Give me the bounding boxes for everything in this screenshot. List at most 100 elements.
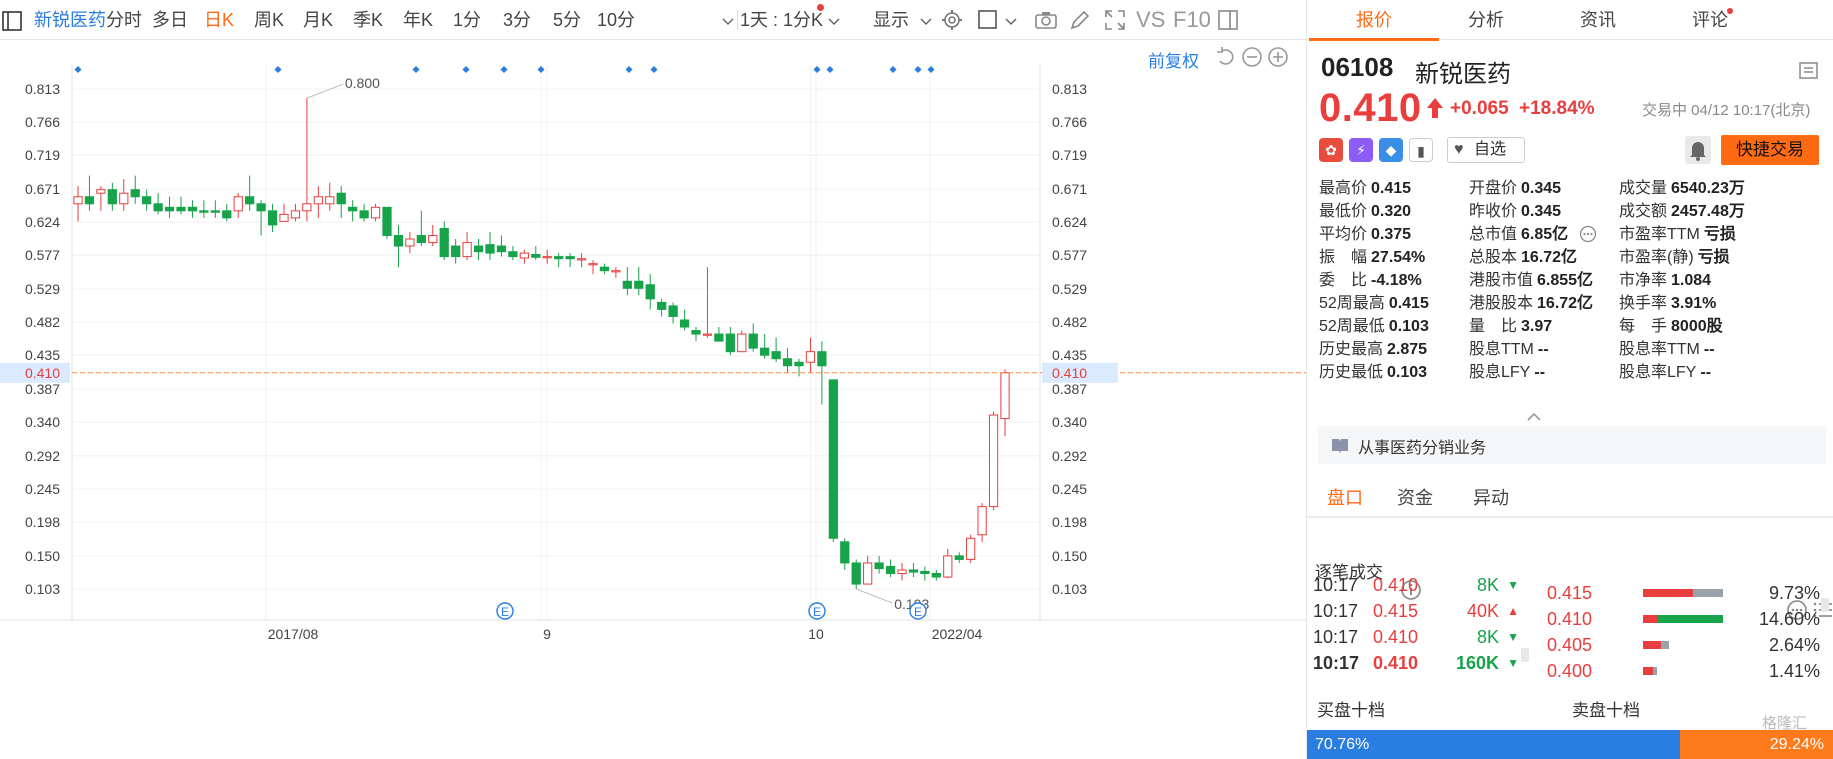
undo-icon[interactable]: [1214, 45, 1234, 65]
event-diamond-icon: [412, 65, 420, 74]
period-tab[interactable]: 3分: [503, 0, 531, 40]
candle-body: [897, 569, 907, 575]
bell-icon[interactable]: [1685, 136, 1711, 164]
tick-list[interactable]: 10:17 0.410 8K ▼ 10:17 0.415 40K ▲ 10:17 0.410 8K ▼…: [1307, 578, 1833, 698]
bottom-tab[interactable]: 资金: [1397, 480, 1433, 516]
orderbook-bar: [1643, 589, 1693, 597]
stat-item: 市净率 1.084: [1619, 270, 1711, 292]
period-tab[interactable]: 1分: [453, 0, 481, 40]
bottom-tab[interactable]: 盘口: [1327, 480, 1363, 516]
panel-tab[interactable]: 报价: [1309, 0, 1439, 41]
panel-tab[interactable]: 资讯: [1533, 0, 1663, 40]
period-tab[interactable]: 月K: [303, 0, 333, 40]
candle-body: [233, 196, 243, 212]
period-tab[interactable]: 周K: [254, 0, 284, 40]
adjust-mode-button[interactable]: 前复权: [1148, 47, 1199, 72]
panel-tab[interactable]: 分析: [1421, 0, 1551, 40]
f10-button[interactable]: F10: [1173, 0, 1211, 40]
down-arrow-icon: ▼: [1507, 630, 1519, 644]
candle-body: [908, 569, 919, 573]
stat-value: 0.345: [1521, 180, 1562, 197]
stat-item: 总市值 6.85亿: [1469, 224, 1568, 246]
event-diamond-icon: [274, 65, 282, 74]
orderbook-price: 0.400: [1547, 661, 1593, 681]
info-panel-icon[interactable]: [1798, 60, 1820, 87]
scrollbar[interactable]: [1521, 648, 1529, 662]
stat-item: 成交量 6540.23万: [1619, 178, 1745, 200]
checkbox-icon[interactable]: [976, 8, 1000, 32]
stat-label: 市净率: [1619, 272, 1668, 289]
chevron-down-icon[interactable]: [999, 10, 1017, 34]
candle-body: [920, 570, 930, 575]
y-tick-label: 0.813: [25, 81, 60, 97]
stat-label: 历史最低: [1319, 364, 1384, 381]
candle-body: [863, 562, 873, 585]
bottom-tab[interactable]: 异动: [1473, 480, 1509, 516]
pencil-icon[interactable]: [1068, 8, 1092, 32]
last-price: 0.410: [1319, 86, 1422, 130]
y-tick-label: 0.671: [25, 181, 60, 197]
tag-icon[interactable]: ◆: [1379, 138, 1403, 162]
add-watchlist-button[interactable]: ♥ 自选: [1447, 137, 1525, 163]
kline-chart-canvas[interactable]: 0.813 0.813 0.766 0.766 0.719 0.719 0.671 0.671…: [0, 40, 1306, 759]
y-tick-label: 0.245: [25, 481, 60, 497]
chevron-down-icon[interactable]: [716, 10, 734, 34]
stat-item: 量 比 3.97: [1469, 316, 1552, 338]
candle-body: [496, 245, 507, 253]
lightning-icon[interactable]: ⚡: [1349, 138, 1373, 162]
zoom-in-icon[interactable]: [1266, 45, 1288, 67]
quick-trade-button[interactable]: 快捷交易: [1721, 135, 1819, 165]
stock-name-tab[interactable]: 新锐医药: [34, 0, 106, 40]
fullscreen-icon[interactable]: [1103, 8, 1127, 32]
orderbook-row: 0.410 14.60%: [1547, 606, 1822, 632]
vs-compare-button[interactable]: VS: [1136, 0, 1165, 40]
period-tab[interactable]: 分时: [106, 0, 142, 40]
candle-body: [760, 347, 770, 356]
stat-item: 52周最低 0.103: [1319, 316, 1429, 338]
bookmark-icon[interactable]: ▮: [1409, 138, 1433, 162]
gear-icon[interactable]: [940, 8, 964, 32]
y-tick-label: 0.292: [25, 448, 60, 464]
period-tab[interactable]: 年K: [403, 0, 433, 40]
candle-body: [359, 210, 369, 219]
candle-body: [210, 210, 220, 213]
sidebar-toggle-icon[interactable]: [0, 9, 24, 33]
candle-body: [588, 263, 598, 266]
tick-price: 0.410: [1373, 627, 1419, 647]
period-tab[interactable]: 10分: [597, 0, 635, 40]
candle-body: [119, 192, 129, 205]
down-arrow-icon: ▼: [1507, 578, 1519, 592]
y-tick-label-right: 0.529: [1052, 281, 1087, 297]
stat-value: 0.375: [1371, 226, 1412, 243]
event-e-label: E: [813, 605, 821, 619]
stat-item: 委 比 -4.18%: [1319, 270, 1422, 292]
stat-item: 市盈率TTM 亏损: [1619, 224, 1736, 246]
min-leader-line: [856, 588, 893, 604]
period-tab[interactable]: 5分: [553, 0, 581, 40]
more-icon[interactable]: [1579, 225, 1597, 248]
kline-chart[interactable]: 0.813 0.813 0.766 0.766 0.719 0.719 0.671 0.671…: [0, 40, 1306, 759]
panel-layout-icon[interactable]: [1216, 8, 1240, 32]
period-tab[interactable]: 多日: [152, 0, 188, 40]
stat-value: --: [1700, 364, 1712, 381]
period-tab[interactable]: 日K: [204, 0, 234, 40]
interval-select[interactable]: 1天 : 1分K: [740, 0, 823, 40]
period-tab[interactable]: 季K: [353, 0, 383, 40]
orderbook-percent: 2.64%: [1768, 635, 1820, 655]
candle-body: [668, 305, 678, 317]
candle-body: [737, 333, 747, 353]
chevron-down-icon[interactable]: [914, 10, 932, 34]
candle-body: [702, 333, 713, 336]
stat-label: 总股本: [1469, 249, 1518, 266]
chevron-down-icon[interactable]: [822, 10, 840, 34]
y-tick-label: 0.529: [25, 281, 60, 297]
scrollbar[interactable]: [1821, 598, 1829, 612]
zoom-out-icon[interactable]: [1240, 45, 1262, 67]
hk-flag-icon[interactable]: ✿: [1319, 138, 1343, 162]
display-menu[interactable]: 显示: [873, 0, 909, 40]
stat-label: 股息率TTM: [1619, 341, 1700, 358]
candle-body: [187, 206, 198, 212]
candle-body: [851, 562, 861, 585]
camera-icon[interactable]: [1034, 8, 1058, 32]
panel-tab[interactable]: 评论: [1645, 0, 1775, 40]
